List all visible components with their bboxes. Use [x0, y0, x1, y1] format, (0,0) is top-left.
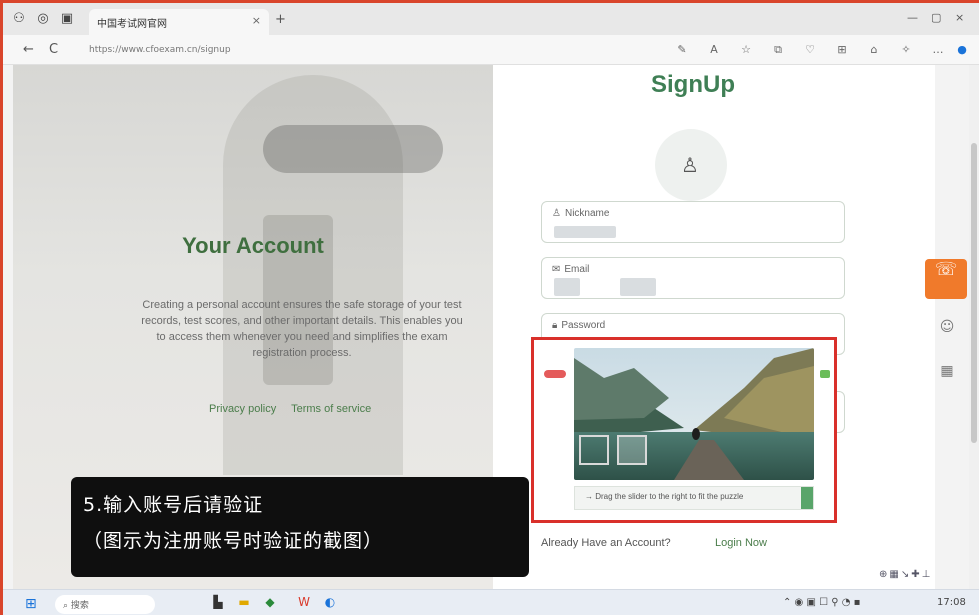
- slider-captcha-popup: → Drag the slider to the right to fit th…: [531, 337, 837, 523]
- collections-icon[interactable]: ♡: [803, 43, 817, 57]
- captcha-slider-track[interactable]: → Drag the slider to the right to fit th…: [574, 486, 814, 510]
- back-button[interactable]: ←: [23, 42, 34, 57]
- already-have-account-text: Already Have an Account?: [541, 537, 671, 549]
- windows-start-icon[interactable]: ⊞: [25, 596, 41, 612]
- wps-icon[interactable]: W: [295, 595, 313, 613]
- nickname-label: Nickname: [564, 208, 610, 219]
- read-aloud-icon[interactable]: A: [707, 43, 721, 57]
- taskbar-search-box[interactable]: ⌕ 搜索: [55, 595, 155, 614]
- status-icons-strip: ⊕▦↘✚⊥: [879, 569, 933, 580]
- edge-sidebar-icon[interactable]: ●: [955, 43, 969, 57]
- mountain-lake-image: [574, 348, 814, 480]
- new-tab-button[interactable]: +: [275, 12, 286, 27]
- maximize-button[interactable]: ▢: [931, 11, 941, 24]
- door-handle-illustration: [263, 125, 443, 173]
- nickname-value-redacted: [554, 226, 616, 238]
- tutorial-caption: 5.输入账号后请验证 （图示为注册账号时验证的截图）: [71, 477, 529, 577]
- extensions-icon[interactable]: ⊞: [835, 43, 849, 57]
- screenshot-root: ⚇ ◎ ▣ 中国考试网官网 × + — ▢ × ← C https://www.…: [0, 0, 979, 615]
- captcha-puzzle-image: [574, 348, 814, 480]
- edge-taskbar-icon[interactable]: ◐: [321, 595, 339, 613]
- browser-tab-active[interactable]: 中国考试网官网 ×: [89, 9, 269, 35]
- profile-icon[interactable]: ⚇: [11, 11, 27, 27]
- address-bar-row: ← C https://www.cfoexam.cn/signup ✎ A ☆ …: [3, 35, 979, 65]
- password-label: Password: [561, 320, 606, 331]
- file-explorer-icon[interactable]: ▬: [235, 595, 253, 613]
- nickname-field[interactable]: ♙ Nickname: [541, 201, 845, 243]
- login-now-link[interactable]: Login Now: [715, 537, 767, 549]
- close-window-button[interactable]: ×: [955, 11, 964, 24]
- split-screen-icon[interactable]: ⧉: [771, 43, 785, 57]
- wechat-icon[interactable]: ◆: [261, 595, 279, 613]
- taskbar-search-label: 搜索: [70, 601, 89, 611]
- email-label: Email: [564, 264, 590, 275]
- web-page: Your Account Creating a personal account…: [13, 65, 935, 589]
- browser-tab-strip: ⚇ ◎ ▣ 中国考试网官网 × + — ▢ ×: [3, 3, 979, 35]
- captcha-slider-handle[interactable]: [801, 487, 813, 509]
- email-label-wrap: ✉ Email: [552, 264, 589, 275]
- tab-close-icon[interactable]: ×: [252, 14, 261, 27]
- policy-links: Privacy policy Terms of service: [209, 403, 383, 415]
- captcha-status-bar-right: [820, 370, 830, 378]
- tab-title: 中国考试网官网: [97, 19, 167, 30]
- clock[interactable]: 17:08: [937, 597, 966, 608]
- copilot-icon[interactable]: ✧: [899, 43, 913, 57]
- qr-code-icon[interactable]: ▦: [935, 363, 959, 387]
- caption-line-1: 5.输入账号后请验证: [83, 494, 264, 516]
- email-value-redacted-b: [620, 278, 656, 296]
- caption-line-2: （图示为注册账号时验证的截图）: [83, 530, 384, 552]
- favorite-icon[interactable]: ☆: [739, 43, 753, 57]
- your-account-heading: Your Account: [182, 233, 324, 258]
- account-description: Creating a personal account ensures the …: [141, 299, 463, 359]
- tab-actions-icon[interactable]: ▣: [59, 11, 75, 27]
- signup-heading: SignUp: [651, 71, 735, 98]
- minimize-button[interactable]: —: [907, 11, 918, 24]
- edit-icon[interactable]: ✎: [675, 43, 689, 57]
- home-icon[interactable]: ⌂: [867, 43, 881, 57]
- mail-icon: ✉: [552, 264, 561, 275]
- scrollbar-thumb[interactable]: [971, 143, 977, 443]
- customer-service-icon[interactable]: ☏: [925, 259, 967, 299]
- email-field[interactable]: ✉ Email: [541, 257, 845, 299]
- feedback-icon[interactable]: ☺: [935, 319, 959, 343]
- user-outline-icon: ♙: [552, 208, 561, 219]
- lock-icon: 🔒︎: [552, 320, 558, 331]
- tray-icons[interactable]: ⌃ ◉ ▣ ☐ ⚲ ◔ ▪: [783, 597, 860, 608]
- email-value-redacted-a: [554, 278, 580, 296]
- privacy-policy-link[interactable]: Privacy policy: [209, 403, 276, 415]
- more-icon[interactable]: …: [931, 43, 945, 57]
- search-icon: ⌕: [63, 601, 71, 611]
- user-icon: ♙: [681, 153, 699, 177]
- captcha-status-bar-left: [544, 370, 566, 378]
- captcha-instruction-text: Drag the slider to the right to fit the …: [595, 492, 744, 501]
- refresh-button[interactable]: C: [49, 42, 58, 57]
- taskview-icon[interactable]: ▙: [209, 595, 227, 613]
- nickname-label-wrap: ♙ Nickname: [552, 208, 609, 219]
- url-field[interactable]: https://www.cfoexam.cn/signup: [89, 41, 649, 59]
- terms-of-service-link[interactable]: Terms of service: [291, 403, 371, 415]
- windows-taskbar: ⊞ ⌕ 搜索 ▙ ▬ ◆ W ◐ ⌃ ◉ ▣ ☐ ⚲ ◔ ▪ 17:08: [3, 589, 979, 615]
- right-arrow-icon: →: [585, 492, 593, 501]
- password-label-wrap: 🔒︎ Password: [552, 320, 605, 331]
- captcha-instruction: → Drag the slider to the right to fit th…: [585, 492, 743, 501]
- workspaces-icon[interactable]: ◎: [35, 11, 51, 27]
